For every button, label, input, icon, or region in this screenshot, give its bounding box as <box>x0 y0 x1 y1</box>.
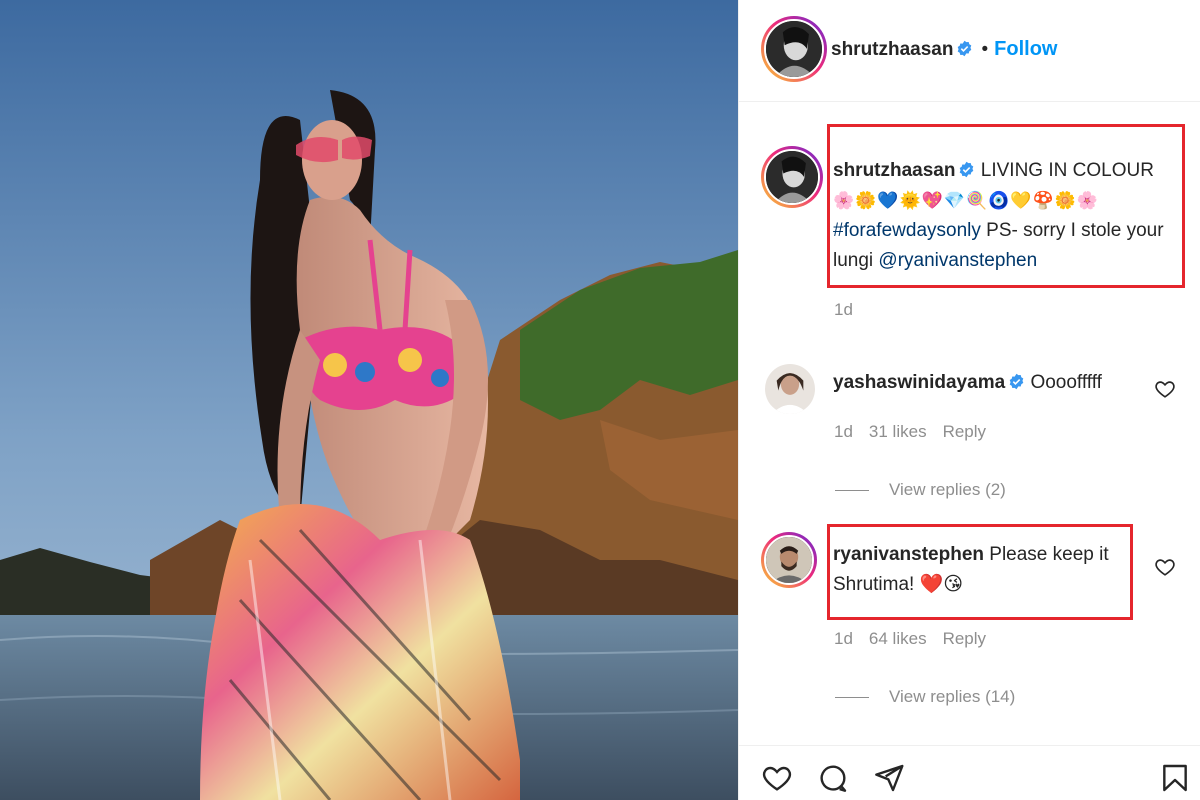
comment-likes[interactable]: 31 likes <box>869 422 927 441</box>
view-replies-label: View replies (14) <box>889 687 1016 706</box>
replies-line <box>835 697 869 699</box>
author-row: shrutzhaasan • Follow <box>831 38 1057 61</box>
share-icon[interactable] <box>873 762 905 794</box>
view-replies-label: View replies (2) <box>889 480 1006 499</box>
verified-badge-icon <box>956 40 973 57</box>
commenter-username[interactable]: yashaswinidayama <box>833 372 1005 393</box>
comment-meta: 1d 31 likes Reply <box>834 422 1002 442</box>
author-avatar[interactable] <box>761 16 827 82</box>
caption-highlight-box <box>827 124 1185 288</box>
bookmark-icon[interactable] <box>1159 762 1191 794</box>
comment-like-heart-icon[interactable] <box>1154 556 1176 578</box>
comment-age: 1d <box>834 629 853 648</box>
reply-button[interactable]: Reply <box>943 422 986 441</box>
replies-line <box>835 490 869 492</box>
post-side-panel: shrutzhaasan • Follow shrutzhaasan LIVING … <box>738 0 1200 800</box>
commenter-avatar[interactable] <box>761 532 817 588</box>
post-photo[interactable] <box>0 0 738 800</box>
view-replies-button[interactable]: View replies (14) <box>835 687 1015 707</box>
comment-body: yashaswinidayama Oooofffff <box>833 368 1153 398</box>
post-action-bar <box>739 745 1200 800</box>
separator-dot: • <box>981 39 989 60</box>
comment-meta: 1d 64 likes Reply <box>834 629 1002 649</box>
verified-badge-icon <box>1008 373 1025 390</box>
reply-button[interactable]: Reply <box>943 629 986 648</box>
caption-author-avatar[interactable] <box>761 146 823 208</box>
comment-age: 1d <box>834 422 853 441</box>
heart-icon[interactable] <box>761 762 793 794</box>
commenter-avatar[interactable] <box>765 364 815 414</box>
follow-button[interactable]: Follow <box>994 38 1057 60</box>
view-replies-button[interactable]: View replies (2) <box>835 480 1006 500</box>
comment-text: Oooofffff <box>1030 372 1102 393</box>
post-image <box>0 0 738 800</box>
comment-icon[interactable] <box>817 762 849 794</box>
comment-like-heart-icon[interactable] <box>1154 378 1176 400</box>
comment-likes[interactable]: 64 likes <box>869 629 927 648</box>
caption-age: 1d <box>834 300 853 319</box>
comment-highlight-box <box>827 524 1133 620</box>
author-username[interactable]: shrutzhaasan <box>831 39 953 60</box>
post-header: shrutzhaasan • Follow <box>739 0 1200 102</box>
